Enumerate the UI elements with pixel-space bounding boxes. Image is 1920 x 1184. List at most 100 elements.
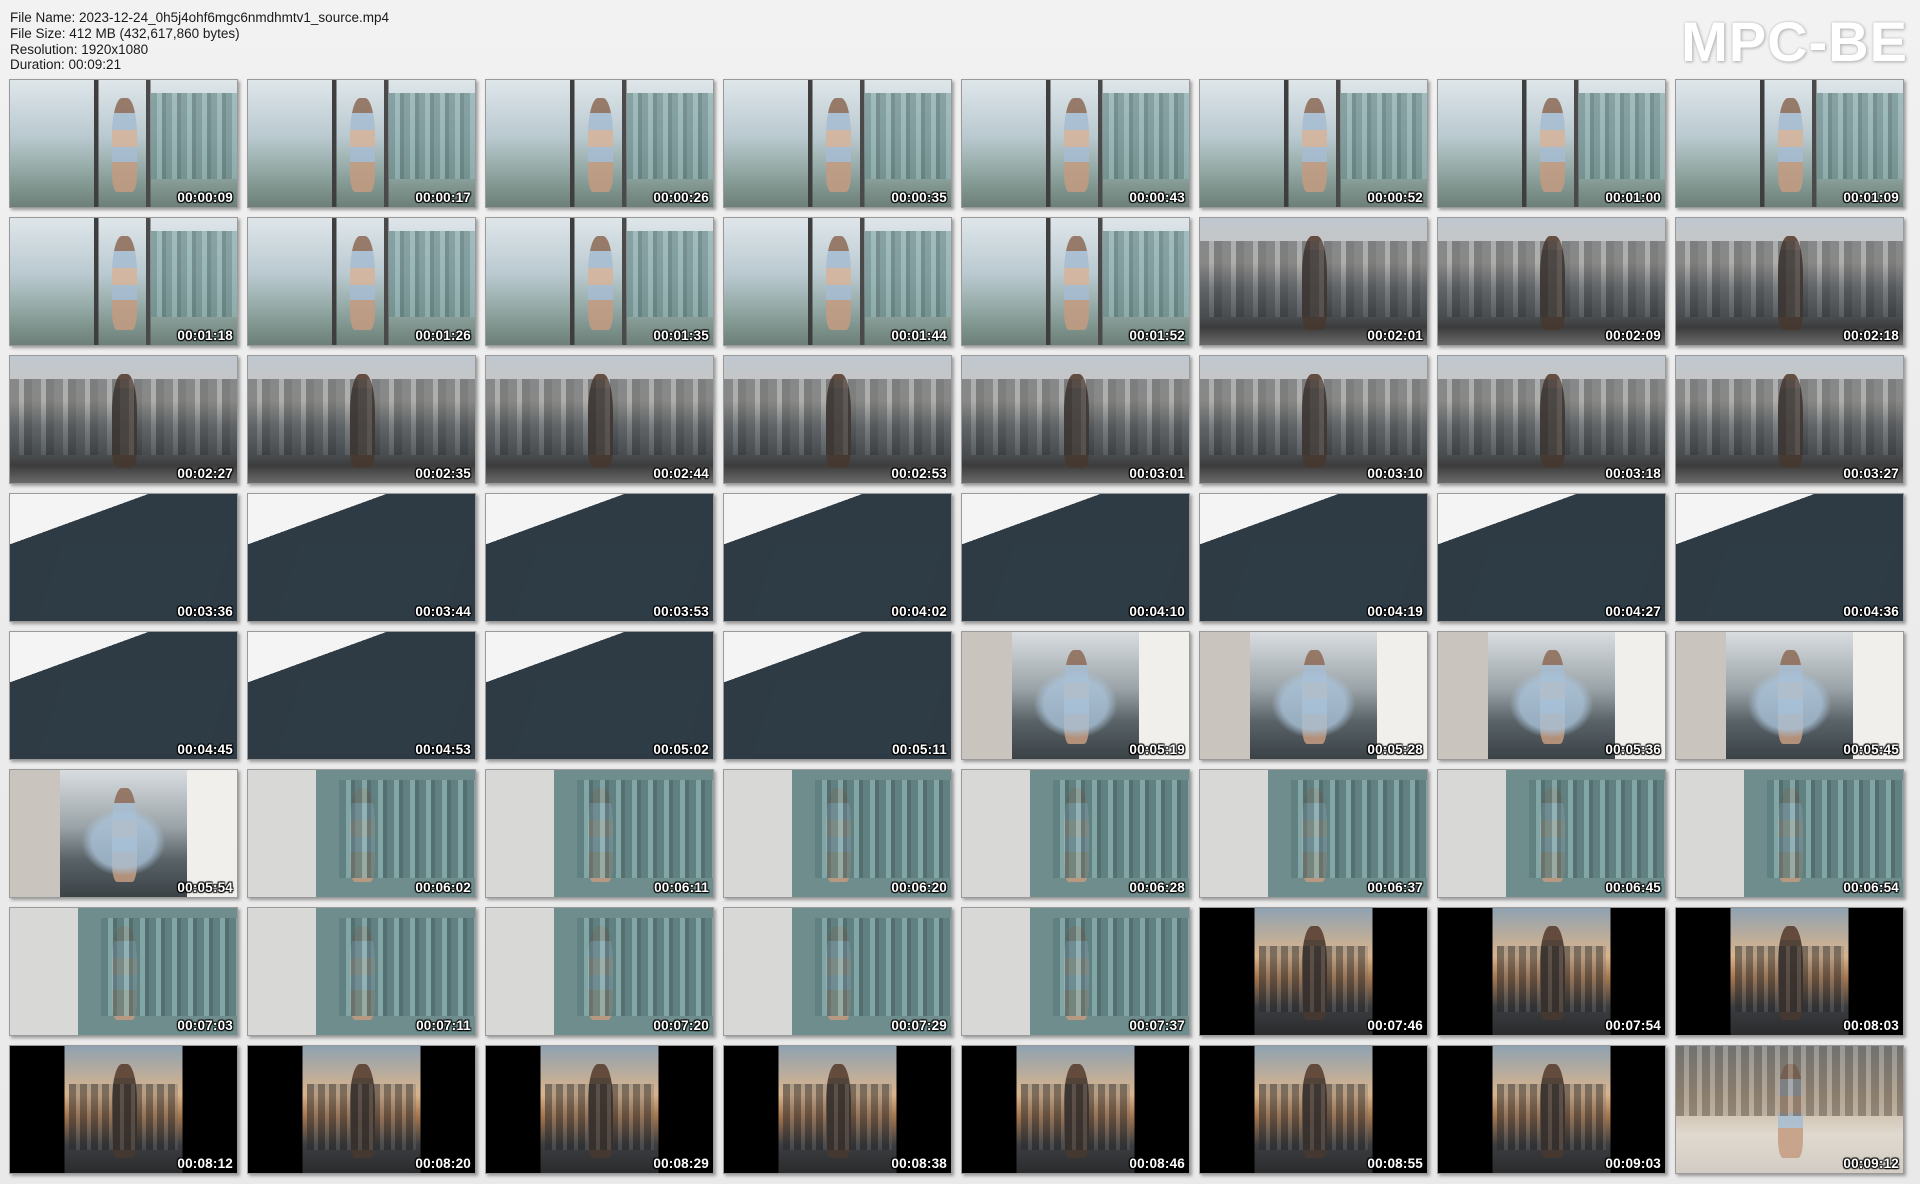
- frame-image: [1438, 632, 1665, 759]
- thumbnail-frame[interactable]: 00:08:38: [723, 1045, 952, 1174]
- thumbnail-frame[interactable]: 00:00:09: [9, 79, 238, 208]
- thumbnail-frame[interactable]: 00:04:27: [1437, 493, 1666, 622]
- frame-subject: [1778, 97, 1804, 192]
- thumbnail-frame[interactable]: 00:06:02: [247, 769, 476, 898]
- thumbnail-frame[interactable]: 00:09:12: [1675, 1045, 1904, 1174]
- thumbnail-frame[interactable]: 00:06:45: [1437, 769, 1666, 898]
- thumbnail-frame[interactable]: 00:00:17: [247, 79, 476, 208]
- thumbnail-frame[interactable]: 00:07:54: [1437, 907, 1666, 1036]
- thumbnail-frame[interactable]: 00:08:12: [9, 1045, 238, 1174]
- thumbnail-frame[interactable]: 00:07:03: [9, 907, 238, 1036]
- thumbnail-frame[interactable]: 00:07:11: [247, 907, 476, 1036]
- thumbnail-frame[interactable]: 00:01:52: [961, 217, 1190, 346]
- frame-image: [248, 356, 475, 483]
- thumbnail-frame[interactable]: 00:08:55: [1199, 1045, 1428, 1174]
- thumbnail-frame[interactable]: 00:04:19: [1199, 493, 1428, 622]
- frame-subject: [1778, 235, 1804, 330]
- frame-image: [1438, 770, 1665, 897]
- thumbnail-frame[interactable]: 00:03:10: [1199, 355, 1428, 484]
- thumbnail-frame[interactable]: 00:05:19: [961, 631, 1190, 760]
- thumbnail-frame[interactable]: 00:00:26: [485, 79, 714, 208]
- thumbnail-frame[interactable]: 00:08:29: [485, 1045, 714, 1174]
- thumbnail-frame[interactable]: 00:03:01: [961, 355, 1190, 484]
- thumbnail-frame[interactable]: 00:03:44: [247, 493, 476, 622]
- timestamp-label: 00:09:03: [1605, 1156, 1661, 1171]
- timestamp-label: 00:05:54: [177, 880, 233, 895]
- timestamp-label: 00:01:26: [415, 328, 471, 343]
- frame-image: [248, 1046, 475, 1173]
- thumbnail-frame[interactable]: 00:06:28: [961, 769, 1190, 898]
- thumbnail-frame[interactable]: 00:01:00: [1437, 79, 1666, 208]
- thumbnail-frame[interactable]: 00:06:54: [1675, 769, 1904, 898]
- timestamp-label: 00:09:12: [1843, 1156, 1899, 1171]
- timestamp-label: 00:04:53: [415, 742, 471, 757]
- timestamp-label: 00:08:20: [415, 1156, 471, 1171]
- thumbnail-frame[interactable]: 00:01:09: [1675, 79, 1904, 208]
- thumbnail-frame[interactable]: 00:01:26: [247, 217, 476, 346]
- thumbnail-frame[interactable]: 00:04:36: [1675, 493, 1904, 622]
- thumbnail-frame[interactable]: 00:07:37: [961, 907, 1190, 1036]
- thumbnail-frame[interactable]: 00:02:27: [9, 355, 238, 484]
- thumbnail-frame[interactable]: 00:08:03: [1675, 907, 1904, 1036]
- thumbnail-frame[interactable]: 00:05:45: [1675, 631, 1904, 760]
- timestamp-label: 00:00:09: [177, 190, 233, 205]
- thumbnail-frame[interactable]: 00:04:02: [723, 493, 952, 622]
- frame-image: [10, 80, 237, 207]
- thumbnail-frame[interactable]: 00:03:18: [1437, 355, 1666, 484]
- frame-image: [248, 770, 475, 897]
- thumbnail-frame[interactable]: 00:04:45: [9, 631, 238, 760]
- thumbnail-frame[interactable]: 00:06:37: [1199, 769, 1428, 898]
- thumbnail-frame[interactable]: 00:02:18: [1675, 217, 1904, 346]
- thumbnail-frame[interactable]: 00:05:02: [485, 631, 714, 760]
- file-info-block: File Name: 2023-12-24_0h5j4ohf6mgc6nmdhm…: [10, 10, 389, 73]
- timestamp-label: 00:02:27: [177, 466, 233, 481]
- thumbnail-frame[interactable]: 00:00:52: [1199, 79, 1428, 208]
- thumbnail-frame[interactable]: 00:06:11: [485, 769, 714, 898]
- thumbnail-frame[interactable]: 00:08:20: [247, 1045, 476, 1174]
- thumbnail-frame[interactable]: 00:05:54: [9, 769, 238, 898]
- frame-subject: [112, 97, 138, 192]
- thumbnail-frame[interactable]: 00:02:01: [1199, 217, 1428, 346]
- frame-image: [962, 356, 1189, 483]
- thumbnail-frame[interactable]: 00:04:53: [247, 631, 476, 760]
- thumbnail-frame[interactable]: 00:05:11: [723, 631, 952, 760]
- thumbnail-frame[interactable]: 00:02:53: [723, 355, 952, 484]
- timestamp-label: 00:02:53: [891, 466, 947, 481]
- frame-image: [724, 908, 951, 1035]
- timestamp-label: 00:02:44: [653, 466, 709, 481]
- thumbnail-frame[interactable]: 00:05:28: [1199, 631, 1428, 760]
- thumbnail-frame[interactable]: 00:07:20: [485, 907, 714, 1036]
- thumbnail-frame[interactable]: 00:02:35: [247, 355, 476, 484]
- thumbnail-frame[interactable]: 00:01:44: [723, 217, 952, 346]
- thumbnail-sheet: { "info": { "file_name": "File Name: 202…: [0, 0, 1920, 1184]
- thumbnail-frame[interactable]: 00:05:36: [1437, 631, 1666, 760]
- frame-subject: [350, 235, 376, 330]
- thumbnail-frame[interactable]: 00:02:09: [1437, 217, 1666, 346]
- thumbnail-frame[interactable]: 00:07:46: [1199, 907, 1428, 1036]
- frame-image: [962, 494, 1189, 621]
- frame-image: [248, 908, 475, 1035]
- thumbnail-frame[interactable]: 00:02:44: [485, 355, 714, 484]
- thumbnail-frame[interactable]: 00:08:46: [961, 1045, 1190, 1174]
- frame-subject: [112, 235, 138, 330]
- thumbnail-frame[interactable]: 00:01:18: [9, 217, 238, 346]
- thumbnail-frame[interactable]: 00:00:35: [723, 79, 952, 208]
- frame-subject: [1064, 97, 1090, 192]
- thumbnail-frame[interactable]: 00:01:35: [485, 217, 714, 346]
- frame-subject: [1302, 925, 1328, 1020]
- thumbnail-frame[interactable]: 00:03:53: [485, 493, 714, 622]
- thumbnail-frame[interactable]: 00:03:36: [9, 493, 238, 622]
- frame-subject: [1302, 373, 1328, 468]
- thumbnail-frame[interactable]: 00:03:27: [1675, 355, 1904, 484]
- thumbnail-frame[interactable]: 00:00:43: [961, 79, 1190, 208]
- timestamp-label: 00:06:11: [654, 880, 709, 895]
- timestamp-label: 00:08:03: [1843, 1018, 1899, 1033]
- thumbnail-frame[interactable]: 00:04:10: [961, 493, 1190, 622]
- thumbnail-frame[interactable]: 00:07:29: [723, 907, 952, 1036]
- frame-subject: [588, 787, 614, 882]
- frame-image: [1438, 494, 1665, 621]
- frame-subject: [1064, 925, 1090, 1020]
- thumbnail-frame[interactable]: 00:06:20: [723, 769, 952, 898]
- thumbnail-frame[interactable]: 00:09:03: [1437, 1045, 1666, 1174]
- frame-subject: [1778, 787, 1804, 882]
